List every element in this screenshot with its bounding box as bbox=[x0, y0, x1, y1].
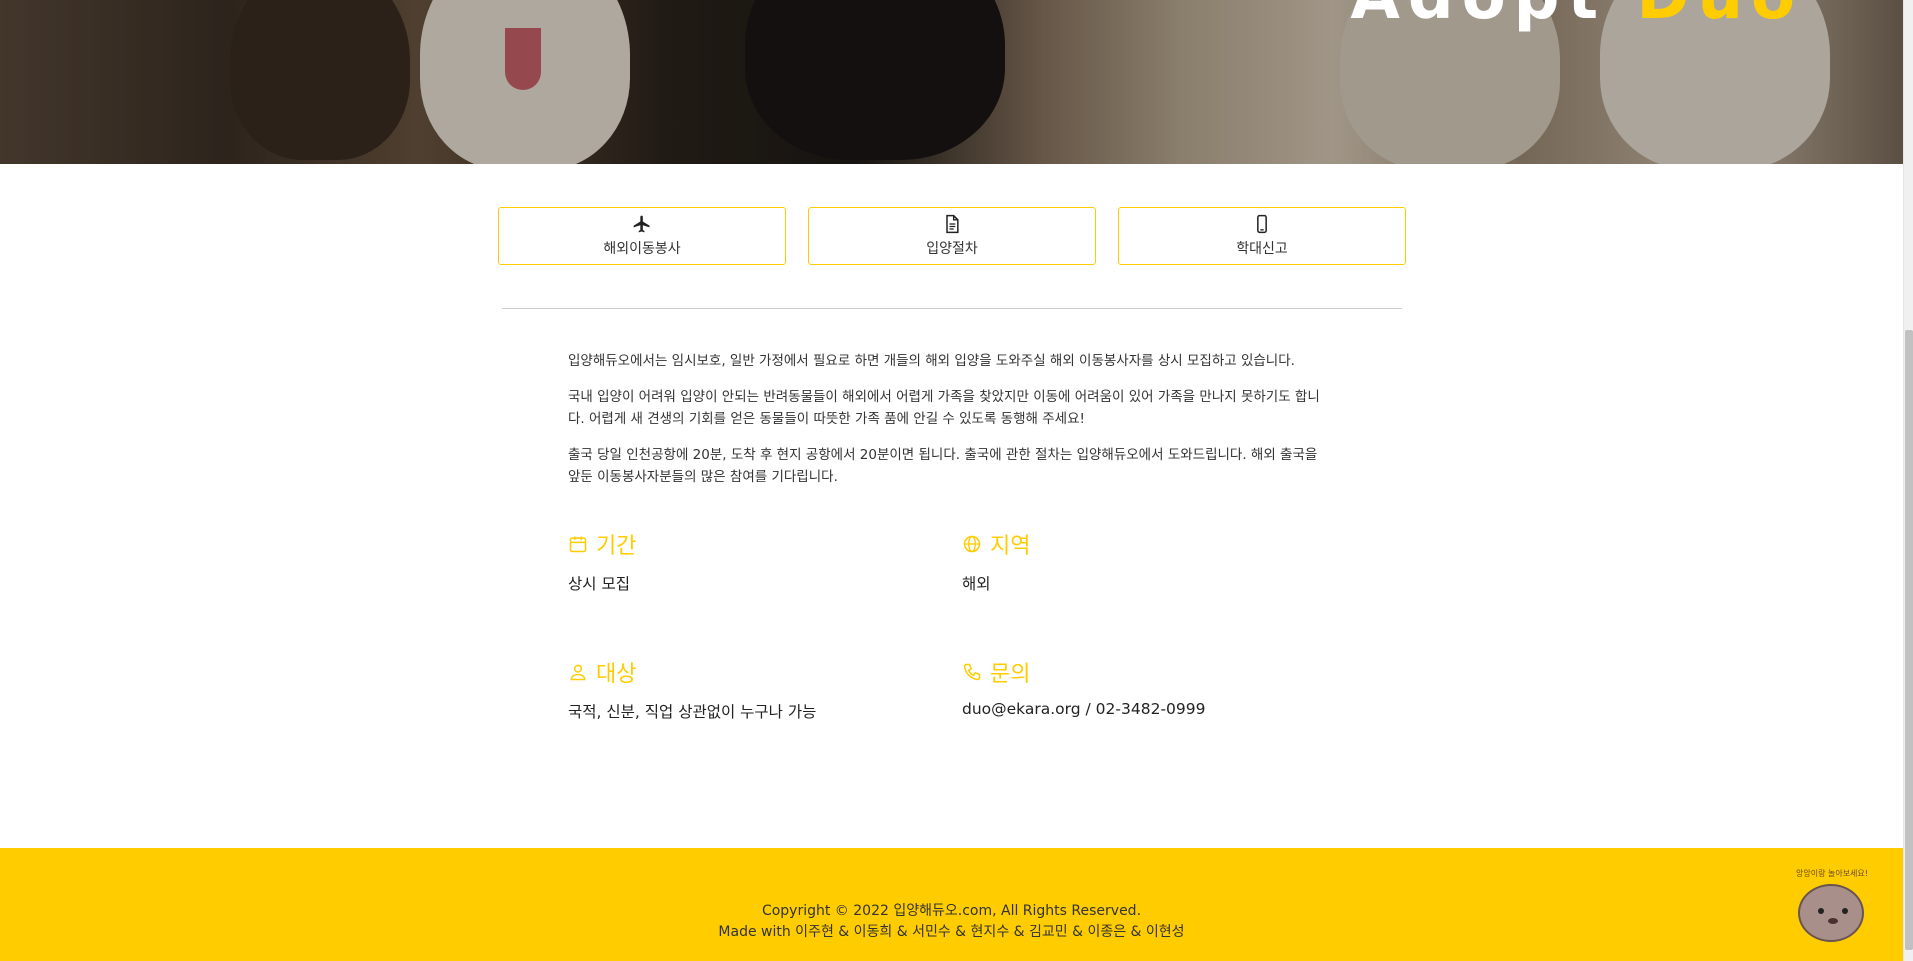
calendar-icon bbox=[569, 536, 587, 553]
globe-icon bbox=[963, 535, 981, 553]
footer: Copyright © 2022 입양해듀오.com, All Rights R… bbox=[0, 848, 1903, 961]
tab-abuse-report[interactable]: 학대신고 bbox=[1118, 207, 1406, 265]
info-period-title: 기간 bbox=[596, 534, 637, 559]
info-contact-title: 문의 bbox=[990, 662, 1031, 687]
info-region-title: 지역 bbox=[990, 534, 1031, 559]
info-period: 기간 상시 모집 bbox=[568, 528, 962, 594]
description: 입양해듀오에서는 임시보호, 일반 가정에서 필요로 하면 개들의 해외 입양을… bbox=[568, 350, 1323, 502]
info-grid: 기간 상시 모집 지역 해외 대상 국적, 신분, 직업 상관없이 누구나 가능… bbox=[568, 528, 1368, 722]
hero-title-text: Adopt bbox=[1350, 0, 1636, 34]
page: Adopt Duo 해외이동봉사 입양절차 학대신고 입양해듀오에서는 임시보호… bbox=[0, 0, 1913, 961]
hero-title-accent: Duo bbox=[1636, 0, 1803, 34]
hero-title: Adopt Duo bbox=[1350, 0, 1803, 34]
phone-icon bbox=[1257, 214, 1267, 234]
tab-label: 해외이동봉사 bbox=[603, 241, 681, 257]
info-region: 지역 해외 bbox=[962, 528, 1356, 594]
divider bbox=[502, 308, 1402, 309]
description-paragraph-2: 국내 입양이 어려워 입양이 안되는 반려동물들이 해외에서 어렵게 가족을 찾… bbox=[568, 389, 1320, 427]
document-icon bbox=[946, 214, 959, 234]
info-target-title: 대상 bbox=[596, 662, 637, 687]
tab-adoption-process[interactable]: 입양절차 bbox=[808, 207, 1096, 265]
info-target: 대상 국적, 신분, 직업 상관없이 누구나 가능 bbox=[568, 656, 962, 722]
info-contact: 문의 duo@ekara.org / 02-3482-0999 bbox=[962, 656, 1356, 722]
description-paragraph-1: 입양해듀오에서는 임시보호, 일반 가정에서 필요로 하면 개들의 해외 입양을… bbox=[568, 353, 1295, 369]
footer-credits: Made with 이주현 & 이동희 & 서민수 & 현지수 & 김교민 & … bbox=[718, 924, 1185, 940]
scrollbar[interactable] bbox=[1903, 0, 1913, 961]
info-target-value: 국적, 신분, 직업 상관없이 누구나 가능 bbox=[568, 703, 817, 721]
footer-copyright: Copyright © 2022 입양해듀오.com, All Rights R… bbox=[761, 903, 1142, 919]
scrollbar-thumb[interactable] bbox=[1905, 330, 1913, 950]
tab-label: 학대신고 bbox=[1236, 241, 1288, 257]
person-icon bbox=[570, 664, 586, 681]
hero-banner: Adopt Duo bbox=[0, 0, 1903, 164]
tab-bar: 해외이동봉사 입양절차 학대신고 bbox=[498, 207, 1406, 265]
tab-overseas-volunteer[interactable]: 해외이동봉사 bbox=[498, 207, 786, 265]
airplane-icon bbox=[633, 215, 650, 233]
info-contact-value: duo@ekara.org / 02-3482-0999 bbox=[962, 700, 1206, 718]
info-region-value: 해외 bbox=[962, 575, 991, 593]
tab-label: 입양절차 bbox=[926, 241, 978, 257]
mascot-bubble: 앙앙이랑 놀아보세요! bbox=[1796, 869, 1868, 878]
mascot-icon bbox=[1798, 884, 1864, 942]
phone-icon bbox=[963, 663, 981, 681]
mascot-chat-button[interactable]: 앙앙이랑 놀아보세요! bbox=[1790, 868, 1870, 948]
info-period-value: 상시 모집 bbox=[568, 575, 630, 593]
description-paragraph-3: 출국 당일 인천공항에 20분, 도착 후 현지 공항에서 20분이면 됩니다.… bbox=[568, 447, 1318, 485]
